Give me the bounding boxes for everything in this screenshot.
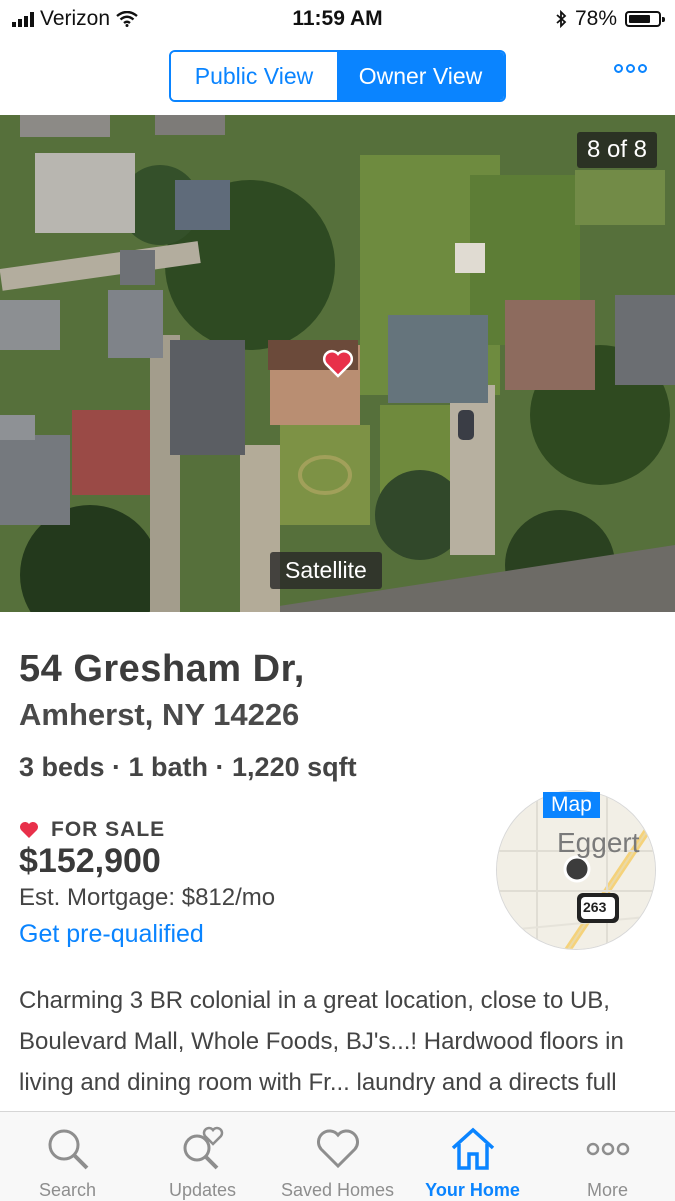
more-icon [586,1142,629,1156]
status-bar: Verizon 11:59 AM 78% [0,0,675,38]
home-facts: 3 beds · 1 bath · 1,220 sqft [19,752,357,782]
sale-status: FOR SALE [19,818,165,842]
photo-counter: 8 of 8 [576,132,657,168]
heart-status-icon [20,822,38,838]
overflow-menu-icon[interactable] [614,64,647,73]
view-toggle: Public View Owner View [169,50,506,102]
tab-bar: Search Updates Saved Homes Your Home Mor… [0,1111,675,1201]
bluetooth-icon [556,10,567,28]
heart-icon [316,1129,359,1169]
search-icon [48,1129,88,1170]
battery-percent: 78% [574,7,617,30]
battery-icon [625,11,665,27]
favorite-heart-icon[interactable] [322,348,354,378]
estimated-mortgage: Est. Mortgage: $812/mo [19,884,276,911]
address-line-2: Amherst, NY 14226 [19,697,300,732]
tab-saved-homes[interactable]: Saved Homes [270,1112,405,1201]
tab-updates-label: Updates [168,1180,237,1200]
owner-view-button[interactable]: Owner View [337,52,504,100]
route-shield-label: 263 [583,899,607,915]
map-button[interactable]: Map [543,792,600,818]
updates-icon [183,1126,223,1170]
sale-status-text: FOR SALE [51,818,166,841]
get-prequalified-link[interactable]: Get pre-qualified [19,920,204,949]
tab-search-label: Search [38,1180,97,1200]
tab-search[interactable]: Search [0,1112,135,1201]
public-view-button[interactable]: Public View [171,52,337,100]
tab-updates[interactable]: Updates [135,1112,270,1201]
tab-more-label: More [586,1180,628,1200]
home-icon [451,1127,494,1170]
address-line-1: 54 Gresham Dr, [19,648,305,690]
tab-your-home-label: Your Home [425,1180,520,1200]
tab-your-home[interactable]: Your Home [405,1112,540,1201]
listing-price: $152,900 [19,842,161,880]
status-right: 78% [555,7,665,31]
satellite-label: Satellite [270,552,382,589]
tab-more[interactable]: More [540,1112,675,1201]
tab-saved-homes-label: Saved Homes [280,1180,395,1200]
listing-description: Charming 3 BR colonial in a great locati… [19,987,624,1096]
map-street-label: Eggert [557,827,640,858]
